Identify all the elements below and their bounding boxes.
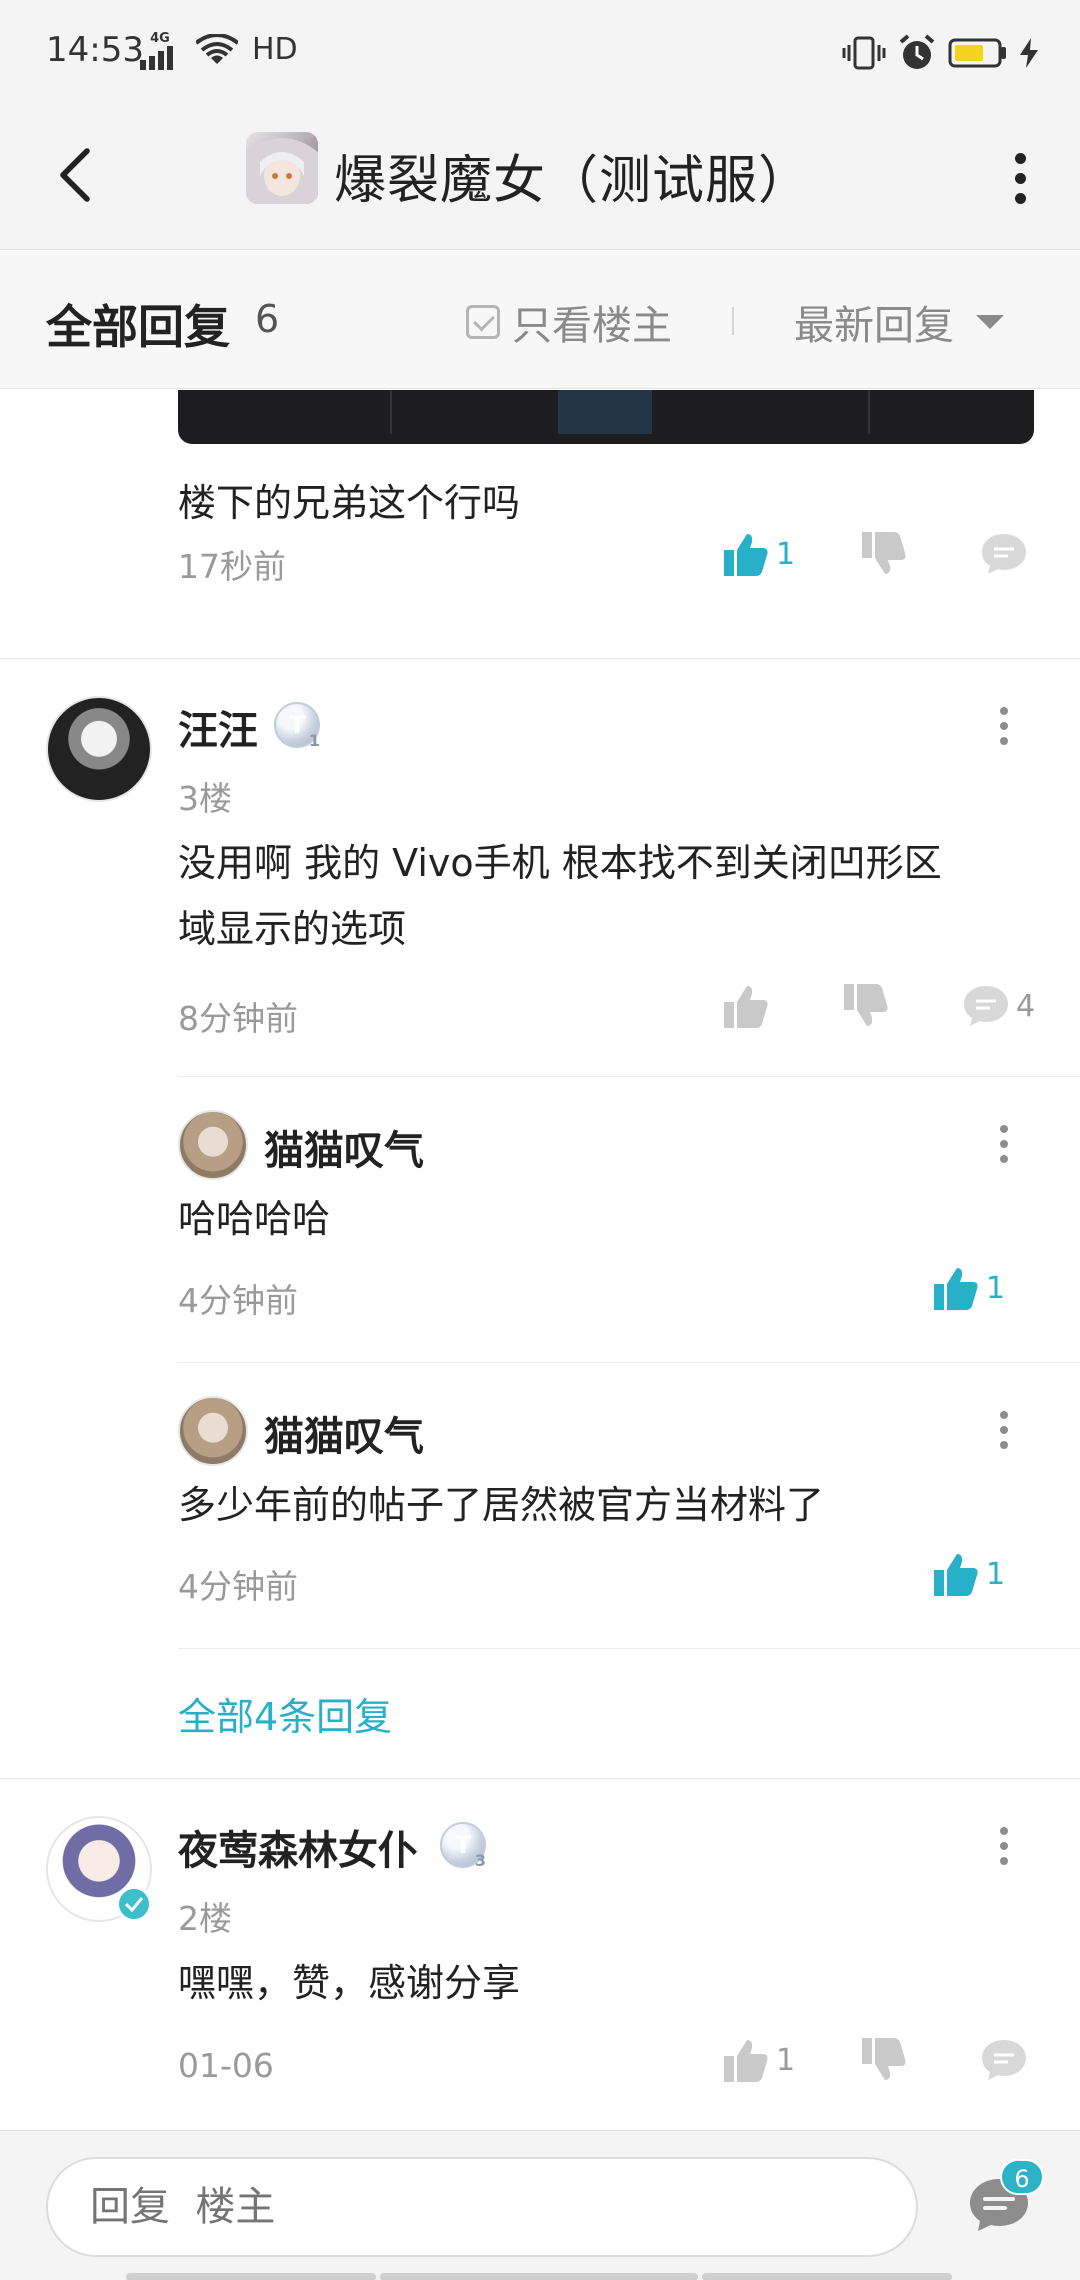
comment-time: 8分钟前 <box>178 999 298 1038</box>
reply-time: 4分钟前 <box>178 1567 298 1606</box>
reply-divider <box>178 1076 1080 1077</box>
thumbs-up-icon <box>724 534 768 576</box>
game-icon <box>246 132 318 204</box>
comment-button[interactable]: 4 <box>962 984 1035 1028</box>
more-options-button[interactable] <box>990 138 1050 218</box>
filter-divider <box>732 307 734 335</box>
only-owner-toggle[interactable]: 只看楼主 <box>466 293 672 351</box>
reply-bar: 6 <box>0 2130 1080 2280</box>
level-badge-icon: T3 <box>440 1822 486 1870</box>
reply-text: 哈哈哈哈 <box>178 1197 331 1241</box>
comment-button[interactable] <box>980 2038 1028 2082</box>
reply-divider <box>178 1648 1080 1649</box>
network-type: 4G <box>150 31 170 46</box>
status-right <box>842 34 1038 72</box>
comment-text: 嘿嘿，赞，感谢分享 <box>178 1961 521 2005</box>
nav-hint <box>702 2273 952 2280</box>
dislike-button[interactable] <box>842 982 890 1030</box>
thumbs-up-icon <box>934 1268 978 1310</box>
speech-bubble-icon <box>982 2040 1026 2080</box>
comment-time: 01-06 <box>178 2046 274 2085</box>
thumbs-up-icon <box>934 1554 978 1596</box>
speech-bubble-icon <box>964 986 1008 1026</box>
like-button[interactable]: 1 <box>722 2036 795 2084</box>
page-title: 爆裂魔女（测试服） <box>334 151 812 211</box>
reply-text: 多少年前的帖子了居然被官方当材料了 <box>178 1483 825 1527</box>
avatar[interactable] <box>46 696 152 802</box>
thumbs-down-icon <box>844 984 888 1026</box>
username[interactable]: 猫猫叹气 <box>264 1118 424 1176</box>
back-button[interactable] <box>40 140 110 210</box>
vibrate-icon <box>842 36 886 70</box>
like-count: 1 <box>776 2042 796 2078</box>
comment-button[interactable] <box>980 532 1028 576</box>
comment-time: 17秒前 <box>178 547 286 586</box>
speech-bubble-icon <box>982 534 1026 574</box>
like-button[interactable]: 1 <box>722 530 795 578</box>
comment-count: 4 <box>1016 988 1036 1024</box>
unread-badge: 6 <box>1000 2159 1044 2195</box>
like-button[interactable] <box>722 982 770 1030</box>
nav-hint <box>380 2273 698 2280</box>
reply-divider <box>178 1362 1080 1363</box>
checkbox-icon <box>466 305 500 339</box>
dislike-button[interactable] <box>860 530 908 578</box>
like-button[interactable]: 1 <box>932 1550 1005 1598</box>
reply-time: 4分钟前 <box>178 1281 298 1320</box>
comment-divider <box>0 658 1080 659</box>
battery-icon <box>948 38 1006 68</box>
avatar[interactable] <box>178 1110 248 1180</box>
status-time: 14:53 <box>46 30 144 70</box>
comment-list[interactable]: 楼下的兄弟这个行吗 17秒前 1 汪汪 T1 3楼 没用啊 我的 Vivo手机 … <box>0 390 1080 2130</box>
witch-avatar-icon <box>246 138 318 204</box>
thumbs-up-icon <box>724 2040 768 2082</box>
status-bar: 14:53 4G HD <box>0 0 1080 100</box>
reply-more-button[interactable] <box>984 1400 1024 1460</box>
caret-down-icon <box>976 315 1004 329</box>
chevron-left-icon <box>60 148 90 202</box>
all-replies-link[interactable]: 全部4条回复 <box>178 1686 392 1741</box>
level-badge-icon: T1 <box>274 702 320 750</box>
all-replies-title: 全部回复 <box>46 300 230 354</box>
comment-divider <box>0 1778 1080 1779</box>
thumbs-up-icon <box>724 986 768 1028</box>
comment-more-button[interactable] <box>984 1816 1024 1876</box>
thumbs-down-icon <box>862 2038 906 2080</box>
comment-more-button[interactable] <box>984 696 1024 756</box>
dislike-button[interactable] <box>860 2036 908 2084</box>
only-owner-label: 只看楼主 <box>512 303 672 349</box>
comment-text-line: 域显示的选项 <box>178 907 407 951</box>
alarm-icon <box>899 34 935 69</box>
reply-count: 6 <box>255 297 280 341</box>
like-button[interactable]: 1 <box>932 1264 1005 1312</box>
hd-indicator: HD <box>252 32 298 67</box>
thumbs-down-icon <box>862 532 906 574</box>
sort-dropdown[interactable]: 最新回复 <box>794 293 1004 351</box>
username[interactable]: 夜莺森林女仆 <box>178 1818 418 1876</box>
floor-number: 2楼 <box>178 1899 232 1938</box>
charging-icon <box>1020 38 1038 68</box>
wifi-icon <box>196 34 238 64</box>
sort-label: 最新回复 <box>794 303 954 349</box>
replies-filter-bar: 全部回复 6 只看楼主 最新回复 <box>0 251 1080 389</box>
comment-image[interactable] <box>178 390 1034 444</box>
like-count: 1 <box>986 1556 1006 1592</box>
username[interactable]: 汪汪 <box>178 698 258 756</box>
username[interactable]: 猫猫叹气 <box>264 1404 424 1462</box>
comment-text: 楼下的兄弟这个行吗 <box>178 481 521 525</box>
network-indicator: 4G <box>140 32 238 70</box>
comment-text-line: 没用啊 我的 Vivo手机 根本找不到关闭凹形区 <box>178 841 942 885</box>
signal-icon: 4G <box>140 32 180 70</box>
avatar[interactable] <box>178 1396 248 1466</box>
like-count: 1 <box>986 1270 1006 1306</box>
like-count: 1 <box>776 536 796 572</box>
nav-hint <box>126 2273 376 2280</box>
reply-more-button[interactable] <box>984 1114 1024 1174</box>
app-header: 爆裂魔女（测试服） <box>0 100 1080 250</box>
reply-input[interactable] <box>46 2157 918 2257</box>
verified-badge-icon <box>116 1886 152 1922</box>
mic-icon <box>558 390 652 434</box>
floor-number: 3楼 <box>178 779 232 818</box>
